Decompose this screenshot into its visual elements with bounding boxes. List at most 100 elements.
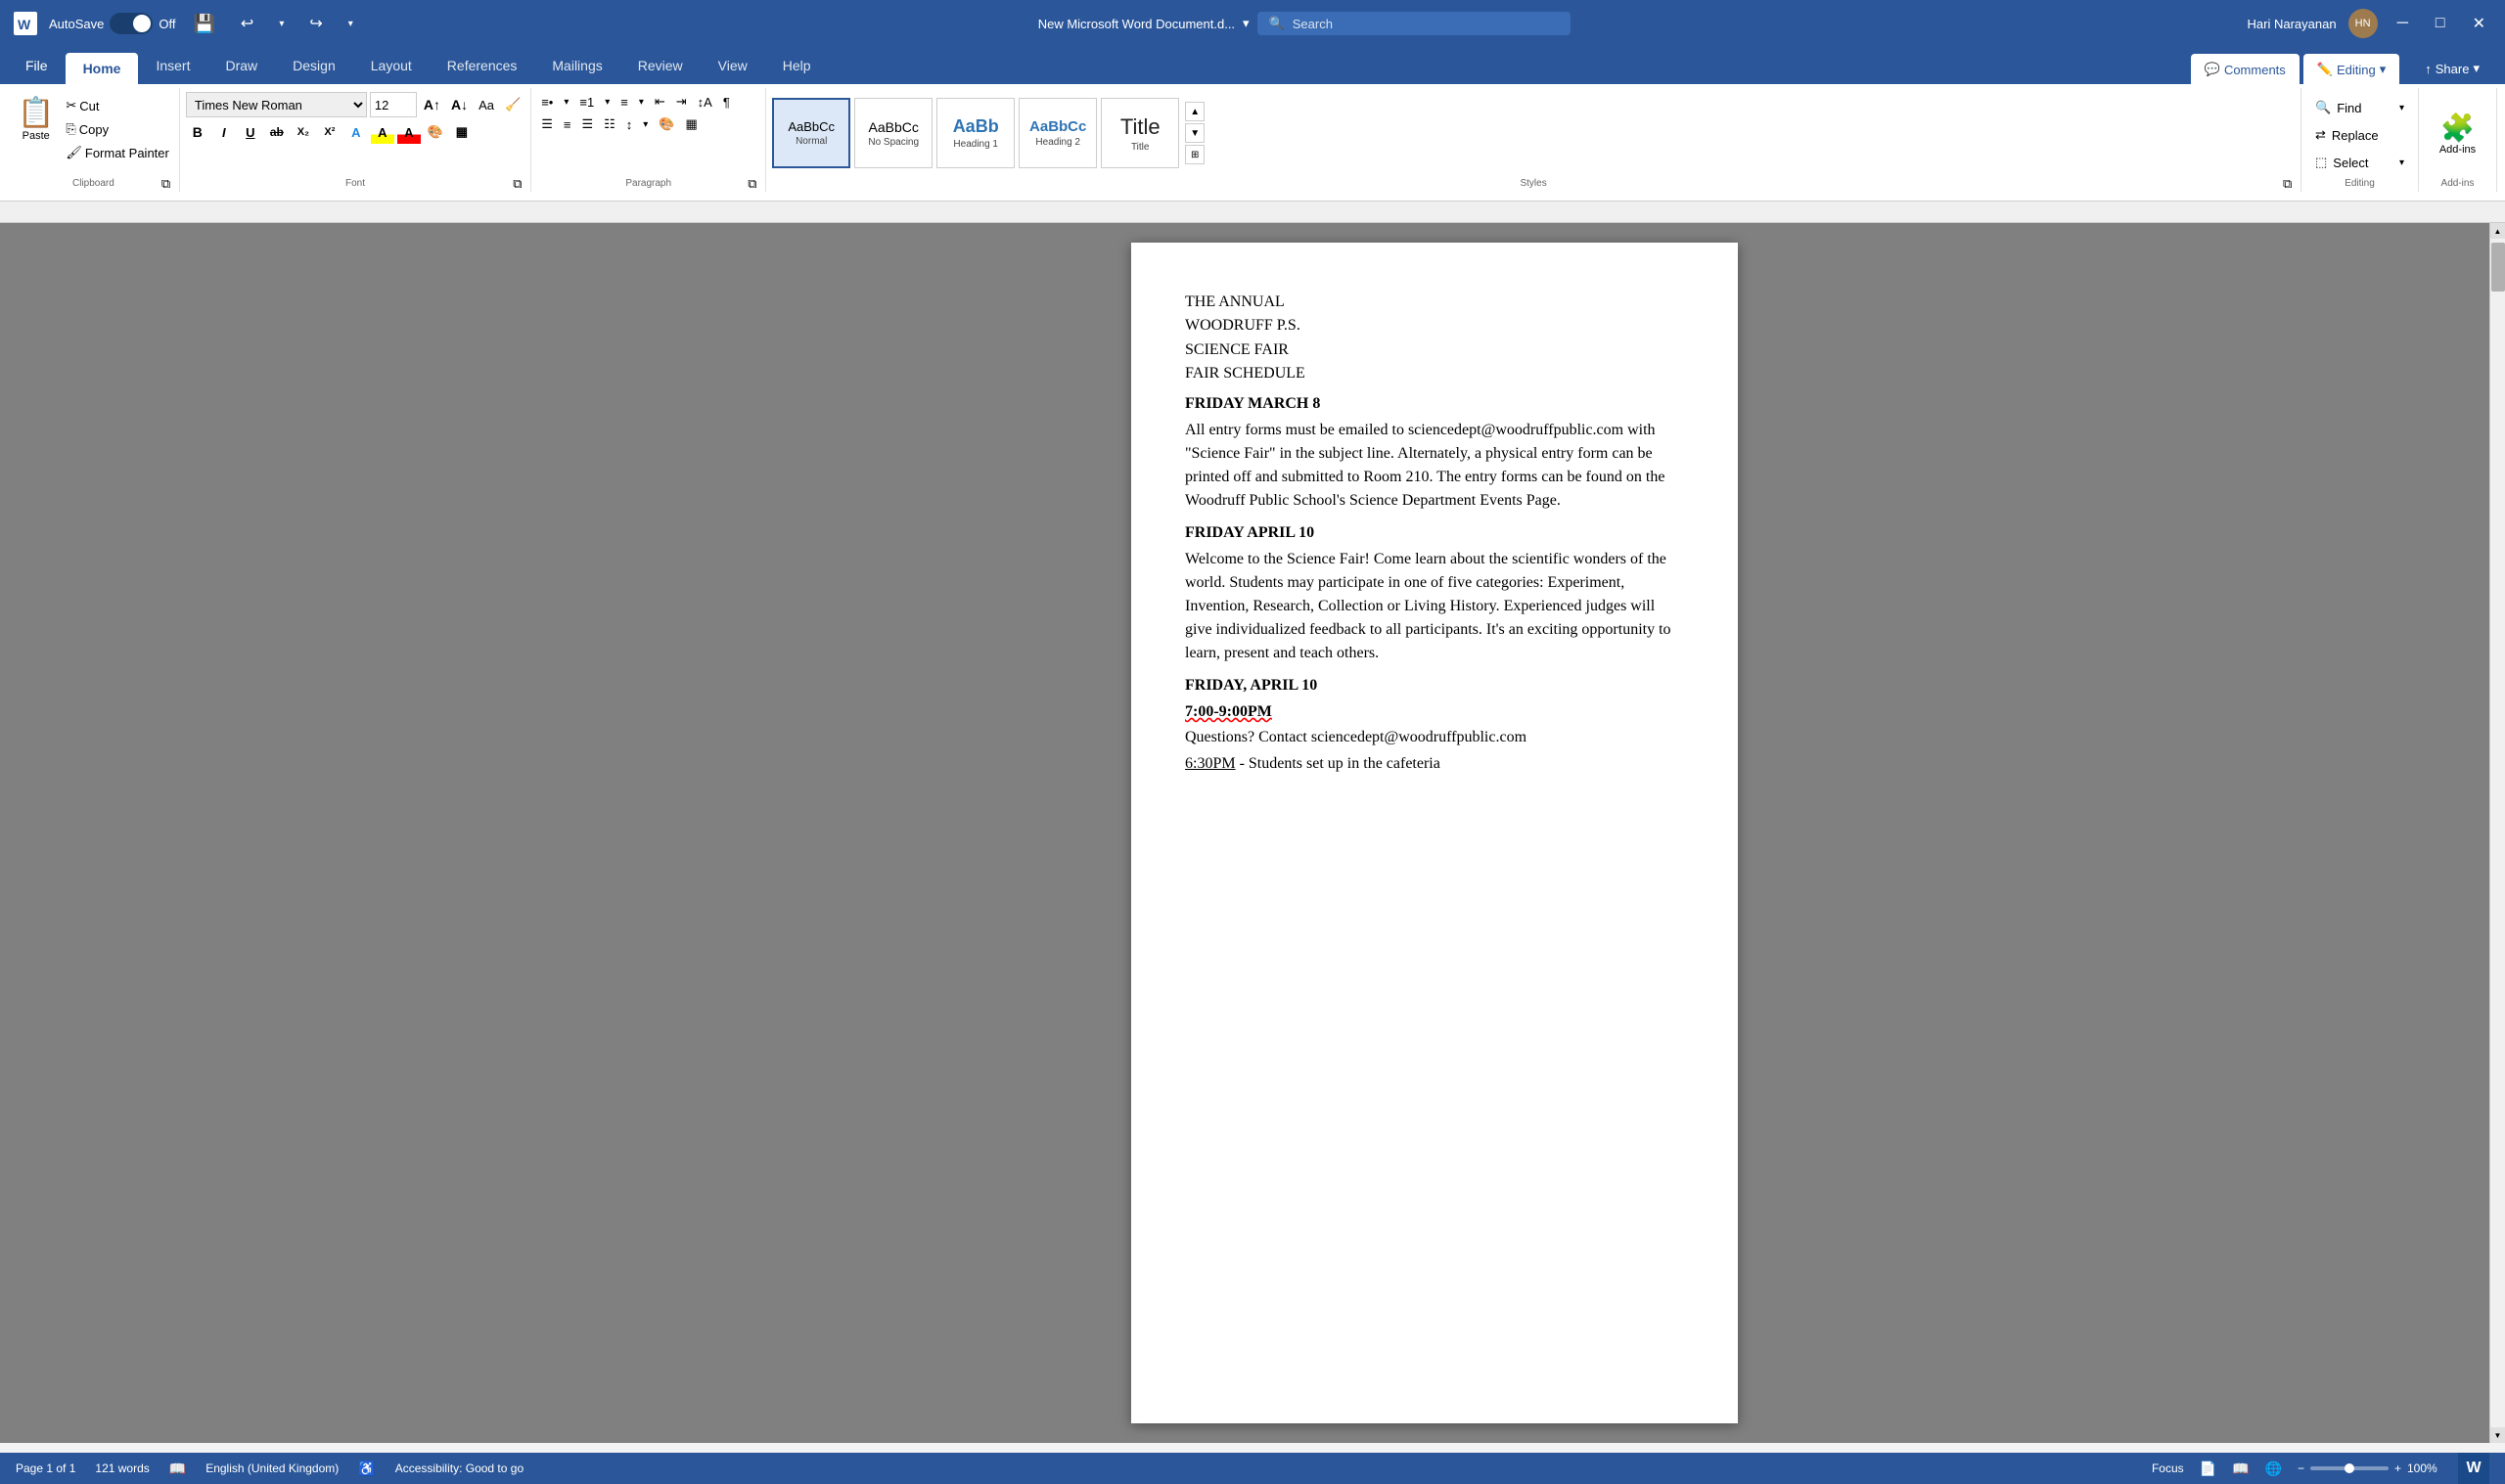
autosave-toggle[interactable] <box>110 13 153 34</box>
zoom-out-icon[interactable]: − <box>2298 1462 2304 1475</box>
numbering-button[interactable]: ≡1 <box>575 93 598 112</box>
minimize-button[interactable]: ─ <box>2390 11 2416 36</box>
doc-para-1: All entry forms must be emailed to scien… <box>1185 419 1684 513</box>
doc-friday-april-1: FRIDAY APRIL 10 <box>1185 522 1684 544</box>
comments-button[interactable]: 💬 Comments <box>2191 54 2300 85</box>
tab-view[interactable]: View <box>701 50 765 84</box>
zoom-in-icon[interactable]: + <box>2394 1462 2401 1475</box>
bullets-button[interactable]: ≡• <box>537 93 557 112</box>
zoom-slider[interactable] <box>2310 1466 2389 1470</box>
format-painter-button[interactable]: 🖌 Format Painter <box>62 143 173 162</box>
align-center[interactable]: ≡ <box>560 115 575 134</box>
tab-home[interactable]: Home <box>66 53 139 84</box>
show-formatting[interactable]: ¶ <box>719 93 734 112</box>
save-button[interactable]: 💾 <box>185 10 222 38</box>
shading-button[interactable]: 🎨 <box>424 120 447 144</box>
style-title[interactable]: Title Title <box>1101 98 1179 168</box>
redo-button[interactable]: ↪ <box>301 10 330 37</box>
find-button[interactable]: 🔍 Find ▾ <box>2307 96 2412 119</box>
quick-access-dropdown[interactable]: ▾ <box>341 15 361 33</box>
copy-button[interactable]: ⎘ Copy <box>62 119 173 139</box>
font-color-button[interactable]: A <box>397 120 421 144</box>
strikethrough-button[interactable]: ab <box>265 120 289 144</box>
print-layout-button[interactable]: 📄 <box>2200 1461 2216 1477</box>
maximize-button[interactable]: □ <box>2428 11 2453 36</box>
justify[interactable]: ☷ <box>600 114 619 134</box>
tab-file[interactable]: File <box>8 50 66 84</box>
style-no-spacing[interactable]: AaBbCc No Spacing <box>854 98 933 168</box>
scrollbar[interactable]: ▲ ▼ <box>2489 223 2505 1443</box>
bullets-dropdown[interactable]: ▾ <box>560 95 572 110</box>
document-page[interactable]: THE ANNUAL WOODRUFF P.S. SCIENCE FAIR FA… <box>1131 243 1738 1423</box>
align-right[interactable]: ☰ <box>577 114 597 134</box>
align-left[interactable]: ☰ <box>537 114 557 134</box>
tab-mailings[interactable]: Mailings <box>534 50 619 84</box>
border-para[interactable]: ▦ <box>681 114 701 134</box>
font-size-input[interactable] <box>370 92 417 117</box>
scroll-down-button[interactable]: ▼ <box>2490 1427 2505 1443</box>
close-button[interactable]: ✕ <box>2465 10 2493 37</box>
multilevel-button[interactable]: ≡ <box>616 93 632 112</box>
indent-increase[interactable]: ⇥ <box>672 92 691 112</box>
shading-para[interactable]: 🎨 <box>655 114 678 134</box>
addins-button[interactable]: 🧩 Add-ins <box>2439 112 2476 156</box>
replace-button[interactable]: ⇄ Replace <box>2307 123 2412 147</box>
line-spacing-dropdown[interactable]: ▾ <box>639 117 652 132</box>
style-heading1[interactable]: AaBb Heading 1 <box>936 98 1015 168</box>
undo-dropdown[interactable]: ▾ <box>271 15 292 33</box>
indent-decrease[interactable]: ⇤ <box>651 92 669 112</box>
paste-button[interactable]: 📋 Paste <box>14 92 58 146</box>
styles-scroll-down[interactable]: ▼ <box>1185 123 1205 143</box>
sort-button[interactable]: ↕A <box>694 93 716 112</box>
clipboard-expand[interactable]: ⧉ <box>161 176 175 190</box>
share-button[interactable]: ↑ Share ▾ <box>2407 53 2497 84</box>
clear-format-button[interactable]: 🧹 <box>501 95 524 114</box>
tab-references[interactable]: References <box>430 50 535 84</box>
select-dropdown[interactable]: ▾ <box>2399 157 2404 168</box>
tab-insert[interactable]: Insert <box>138 50 207 84</box>
text-effects-button[interactable]: A <box>344 120 368 144</box>
superscript-button[interactable]: X² <box>318 120 342 144</box>
style-heading2[interactable]: AaBbCc Heading 2 <box>1019 98 1097 168</box>
focus-button[interactable]: Focus <box>2152 1462 2184 1475</box>
tab-review[interactable]: Review <box>620 50 701 84</box>
font-size-decrease[interactable]: A↓ <box>447 95 472 114</box>
cut-button[interactable]: ✂ Cut <box>62 96 173 115</box>
doc-setup: 6:30PM - Students set up in the cafeteri… <box>1185 753 1684 775</box>
change-case-button[interactable]: Aa <box>475 96 498 114</box>
font-size-increase[interactable]: A↑ <box>420 95 444 114</box>
paragraph-expand[interactable]: ⧉ <box>748 176 761 190</box>
tab-draw[interactable]: Draw <box>207 50 275 84</box>
style-normal[interactable]: AaBbCc Normal <box>772 98 850 168</box>
italic-button[interactable]: I <box>212 120 236 144</box>
scroll-up-button[interactable]: ▲ <box>2490 223 2505 239</box>
avatar[interactable]: HN <box>2348 9 2378 38</box>
tab-layout[interactable]: Layout <box>353 50 430 84</box>
web-layout-button[interactable]: 🌐 <box>2265 1461 2282 1477</box>
undo-button[interactable]: ↩ <box>233 10 261 37</box>
search-box[interactable]: 🔍 Search <box>1257 12 1571 35</box>
paragraph-section: ≡• ▾ ≡1 ▾ ≡ ▾ ⇤ ⇥ ↕A ¶ ☰ ≡ ☰ ☷ ↕ <box>531 88 766 192</box>
underline-button[interactable]: U <box>239 120 262 144</box>
tab-help[interactable]: Help <box>765 50 829 84</box>
styles-more[interactable]: ⊞ <box>1185 145 1205 164</box>
multilevel-dropdown[interactable]: ▾ <box>635 95 648 110</box>
scroll-thumb[interactable] <box>2491 243 2505 292</box>
select-button[interactable]: ⬚ Select ▾ <box>2307 151 2412 174</box>
text-highlight-button[interactable]: A <box>371 120 394 144</box>
font-expand[interactable]: ⧉ <box>513 176 526 190</box>
app-icon[interactable]: W <box>12 10 39 37</box>
font-name-select[interactable]: Times New Roman <box>186 92 367 117</box>
styles-expand[interactable]: ⧉ <box>2283 176 2297 190</box>
find-dropdown[interactable]: ▾ <box>2399 103 2404 113</box>
editing-mode-button[interactable]: ✏️ Editing ▾ <box>2303 54 2399 85</box>
border-button[interactable]: ▦ <box>450 120 474 144</box>
bold-button[interactable]: B <box>186 120 209 144</box>
tab-design[interactable]: Design <box>275 50 353 84</box>
styles-scroll-up[interactable]: ▲ <box>1185 102 1205 121</box>
read-mode-button[interactable]: 📖 <box>2232 1461 2249 1477</box>
doc-title-dropdown[interactable]: ▾ <box>1243 16 1250 31</box>
subscript-button[interactable]: X₂ <box>292 120 315 144</box>
line-spacing[interactable]: ↕ <box>622 115 637 134</box>
numbering-dropdown[interactable]: ▾ <box>601 95 614 110</box>
